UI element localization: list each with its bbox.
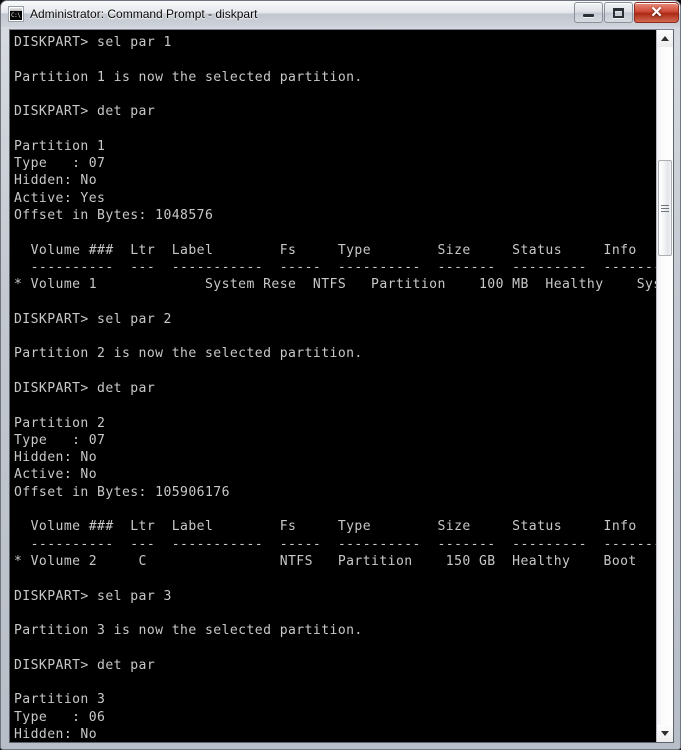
console-client-area: DISKPART> sel par 1 Partition 1 is now t… — [9, 29, 674, 743]
maximize-icon — [613, 7, 624, 18]
scrollbar-down-button[interactable] — [657, 725, 673, 742]
console-icon-prompt: C:\ — [11, 12, 21, 19]
title-bar[interactable]: C:\ Administrator: Command Prompt - disk… — [1, 1, 681, 27]
maximize-button[interactable] — [604, 2, 633, 23]
scrollbar-thumb[interactable] — [658, 160, 672, 256]
close-icon: ✕ — [650, 4, 663, 21]
console-icon-titlebar — [10, 8, 22, 11]
window-title: Administrator: Command Prompt - diskpart — [30, 7, 258, 21]
console-text: DISKPART> sel par 1 Partition 1 is now t… — [14, 35, 656, 742]
window-controls: ✕ — [573, 2, 679, 23]
minimize-button[interactable] — [574, 2, 603, 23]
chevron-down-icon — [661, 731, 669, 736]
console-icon: C:\ — [8, 6, 24, 22]
close-button[interactable]: ✕ — [634, 2, 679, 23]
scrollbar-grip-icon — [661, 204, 669, 212]
console-scrollbar[interactable] — [656, 30, 673, 742]
console-output-area[interactable]: DISKPART> sel par 1 Partition 1 is now t… — [10, 30, 656, 742]
command-prompt-window: C:\ Administrator: Command Prompt - disk… — [0, 0, 681, 750]
chevron-up-icon — [661, 36, 669, 41]
minimize-icon — [583, 14, 594, 17]
scrollbar-up-button[interactable] — [657, 30, 673, 47]
